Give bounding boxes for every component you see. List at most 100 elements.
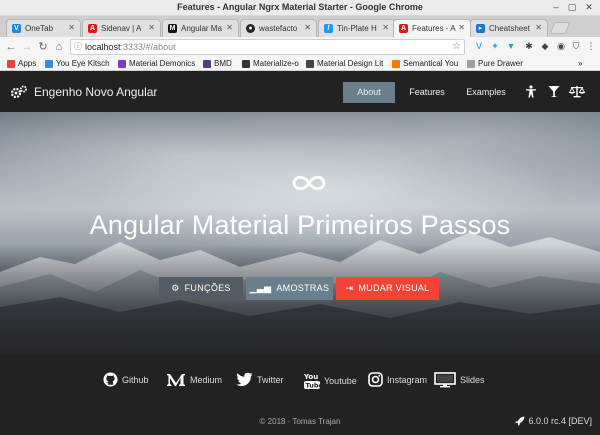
footer-link-label: Medium (190, 374, 223, 385)
maximize-icon[interactable]: ▢ (566, 2, 578, 13)
browser-tab-cheatsheet[interactable]: ▸ Cheatsheet ✕ (470, 19, 548, 37)
tab-close-icon[interactable]: ✕ (382, 23, 389, 32)
footer-link-label: Youtube (324, 376, 357, 386)
back-icon[interactable]: ← (5, 40, 17, 54)
pocket-extension-icon[interactable]: ▼ (506, 41, 516, 52)
bookmark-apps[interactable]: Apps (7, 58, 36, 70)
cogs-icon (10, 85, 27, 99)
footer-link-label: Instagram (387, 374, 428, 385)
bookmark-star-icon[interactable]: ☆ (452, 40, 461, 54)
tab-close-icon[interactable]: ✕ (458, 23, 465, 32)
bookmark-label: BMD (214, 59, 232, 68)
feather-icon: / (324, 24, 333, 33)
tab-close-icon[interactable]: ✕ (226, 23, 233, 32)
address-bar[interactable]: ⓘ localhost:3333/#/about ☆ (70, 39, 465, 55)
onetab-extension-icon[interactable]: V (474, 41, 484, 52)
bookmark-material-design-lite[interactable]: Material Design Lit (306, 58, 383, 70)
footer-link-label: Slides (460, 375, 485, 385)
bookmark-material-demonics[interactable]: Material Demonics (118, 58, 195, 70)
footer-link-instagram[interactable]: Instagram (368, 372, 427, 387)
tab-strip: V OneTab ✕ A Sidenav | A ✕ M Angular Ma … (0, 16, 600, 37)
footer-link-github[interactable]: Github (103, 372, 149, 387)
tab-label: wastefacto (259, 24, 298, 33)
footer-link-twitter[interactable]: Twitter (236, 372, 284, 387)
bookmark-pure-drawer[interactable]: Pure Drawer (467, 58, 523, 70)
youtube-icon: YouTube (304, 373, 320, 390)
window-title: Features - Angular Ngrx Material Starter… (177, 2, 423, 12)
examples-button-label: AMOSTRAS (276, 283, 330, 293)
version-label: 6.0.0 rc.4 [DEV] (528, 416, 592, 426)
footer-link-youtube[interactable]: YouTube Youtube (304, 372, 357, 390)
upgrade-button-label: MUDAR VISUAL (358, 283, 430, 293)
medium-icon (167, 374, 185, 386)
home-icon[interactable]: ⌂ (53, 40, 65, 54)
forward-icon[interactable]: → (21, 40, 33, 54)
nav-about[interactable]: About (343, 82, 395, 103)
bookmark-favicon (118, 60, 126, 68)
new-tab-button[interactable] (549, 22, 571, 34)
footer: Github Medium Twitter YouTube Youtube In… (0, 354, 600, 435)
reload-icon[interactable]: ↻ (37, 40, 49, 54)
bookmarks-overflow-icon[interactable]: » (578, 58, 582, 70)
bookmark-label: You Eye Kitsch (56, 59, 110, 68)
browser-tab-angular-ma[interactable]: M Angular Ma ✕ (162, 19, 239, 37)
twitter-extension-icon[interactable]: ✦ (490, 41, 500, 52)
brand[interactable]: Engenho Novo Angular (10, 72, 157, 112)
angular-icon: A (88, 24, 97, 33)
tab-close-icon[interactable]: ✕ (535, 23, 542, 32)
close-window-icon[interactable]: ✕ (583, 2, 595, 13)
tab-close-icon[interactable]: ✕ (68, 23, 75, 32)
footer-link-medium[interactable]: Medium (166, 372, 222, 387)
extension-icon[interactable]: ✱ (524, 41, 534, 52)
cocktail-icon[interactable] (548, 85, 560, 101)
apps-icon (7, 60, 15, 68)
browser-tab-onetab[interactable]: V OneTab ✕ (6, 19, 81, 37)
bookmark-label: Apps (18, 59, 37, 68)
hero-title: Angular Material Primeiros Passos (89, 210, 511, 240)
tab-label: Cheatsheet (489, 24, 530, 33)
bookmark-favicon (203, 60, 211, 68)
bookmark-semantical-you[interactable]: Semantical You (392, 58, 458, 70)
bookmark-materialize[interactable]: Materialize-o (242, 58, 299, 70)
bookmark-label: Material Demonics (129, 59, 196, 68)
app-toolbar: Engenho Novo Angular About Features Exam… (0, 72, 600, 112)
tab-label: Features - A (412, 24, 456, 33)
bookmark-bmd[interactable]: BMD (203, 58, 232, 70)
nav-features[interactable]: Features (402, 82, 452, 103)
footer-link-slides[interactable]: Slides (434, 372, 485, 388)
bookmark-label: Materialize-o (253, 59, 299, 68)
bookmark-label: Material Design Lit (317, 59, 384, 68)
angular-icon: A (399, 24, 408, 33)
info-icon[interactable]: ⓘ (74, 40, 82, 54)
tab-label: Angular Ma (181, 24, 222, 33)
minimize-icon[interactable]: – (550, 2, 562, 12)
bookmark-favicon (392, 60, 400, 68)
onetab-icon: V (12, 24, 21, 33)
upgrade-button[interactable]: ⇥ MUDAR VISUAL (336, 277, 439, 300)
features-button-label: FUNÇÕES (184, 283, 231, 293)
tab-close-icon[interactable]: ✕ (304, 23, 311, 32)
cogs-icon: ⚙ (171, 283, 180, 293)
extension-icon[interactable]: ◆ (540, 41, 550, 52)
extension-icon[interactable]: ◉ (556, 41, 566, 52)
nav-examples[interactable]: Examples (461, 82, 511, 103)
sign-in-icon: ⇥ (345, 283, 354, 293)
examples-button[interactable]: ▁▃▅ AMOSTRAS (246, 277, 333, 300)
version-link[interactable]: 6.0.0 rc.4 [DEV] (515, 416, 592, 426)
menu-icon[interactable]: ⋮ (586, 41, 596, 52)
shield-icon[interactable]: ⛉ (571, 41, 581, 52)
accessibility-icon[interactable] (525, 85, 537, 101)
browser-tab-tin-plate[interactable]: / Tin-Plate H ✕ (318, 19, 395, 37)
copyright: © 2018 · Tomas Trajan (259, 417, 341, 426)
rocket-icon (515, 416, 525, 426)
tab-close-icon[interactable]: ✕ (148, 23, 155, 32)
browser-tab-sidenav[interactable]: A Sidenav | A ✕ (82, 19, 161, 37)
brand-title: Engenho Novo Angular (34, 85, 158, 99)
balance-scale-icon[interactable] (568, 85, 586, 101)
browser-tab-features[interactable]: A Features - A ✕ (393, 19, 471, 37)
slides-icon (434, 372, 456, 388)
browser-tab-wastefacto[interactable]: ● wastefacto ✕ (240, 19, 317, 37)
features-button[interactable]: ⚙ FUNÇÕES (159, 277, 243, 300)
bookmark-you-eye-kitsch[interactable]: You Eye Kitsch (45, 58, 110, 70)
bookmark-favicon (467, 60, 475, 68)
